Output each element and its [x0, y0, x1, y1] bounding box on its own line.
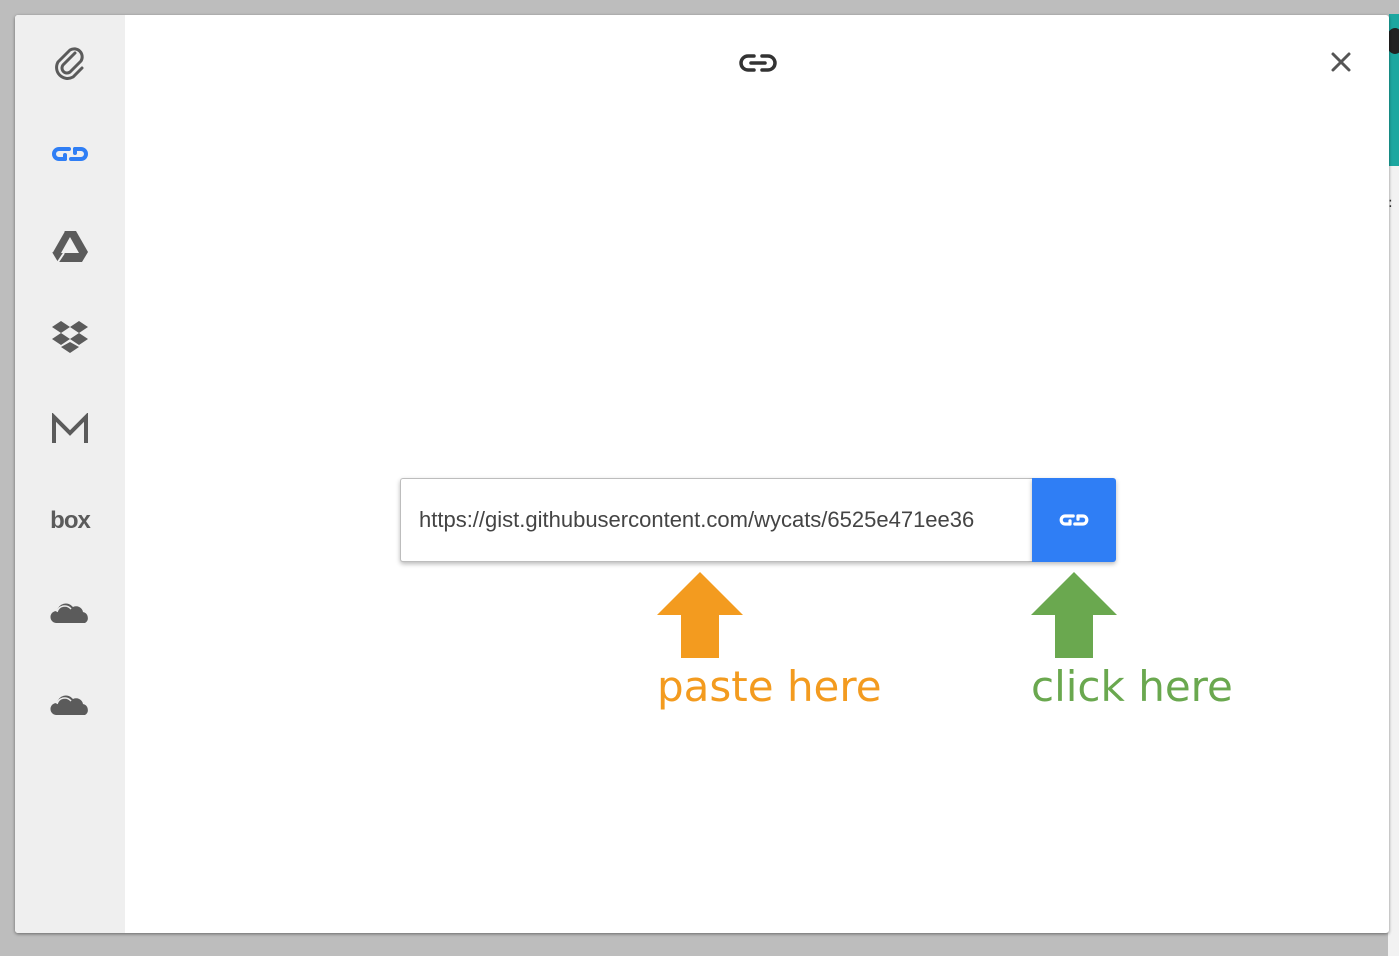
- sidebar-item-onedrive[interactable]: [15, 582, 125, 642]
- gmail-icon: [52, 413, 88, 443]
- click-arrow-icon: [1031, 572, 1117, 658]
- click-here-label: click here: [1031, 662, 1233, 711]
- box-icon: box: [50, 507, 91, 534]
- submit-link-button[interactable]: [1032, 478, 1116, 562]
- sidebar-item-box[interactable]: box: [15, 491, 125, 551]
- onedrive-business-icon: [50, 695, 88, 715]
- onedrive-icon: [50, 603, 88, 623]
- link-icon: [51, 147, 89, 161]
- paperclip-icon: [55, 47, 84, 80]
- source-sidebar: box: [15, 15, 125, 933]
- dropbox-icon: [52, 321, 88, 353]
- google-drive-icon: [51, 230, 88, 263]
- url-input[interactable]: [400, 478, 1032, 562]
- sidebar-item-dropbox[interactable]: [15, 307, 125, 367]
- sidebar-item-attachment[interactable]: [15, 33, 125, 93]
- link-picker-modal: box https://gist.githubusercontent.com/w…: [15, 15, 1389, 933]
- sidebar-item-google-drive[interactable]: [15, 216, 125, 276]
- header-link-icon-wrap: [737, 50, 779, 76]
- sidebar-item-gmail[interactable]: [15, 399, 125, 459]
- sidebar-item-link[interactable]: [15, 124, 125, 184]
- background-page-edge: [1388, 166, 1399, 956]
- sidebar-item-onedrive-business[interactable]: [15, 674, 125, 734]
- paste-here-label: paste here: [657, 662, 882, 711]
- paste-arrow-icon: [657, 572, 743, 658]
- url-form: [400, 478, 1116, 562]
- link-icon: [1059, 514, 1089, 526]
- close-icon: [1331, 52, 1351, 72]
- link-icon: [739, 54, 777, 72]
- close-button[interactable]: [1326, 47, 1356, 77]
